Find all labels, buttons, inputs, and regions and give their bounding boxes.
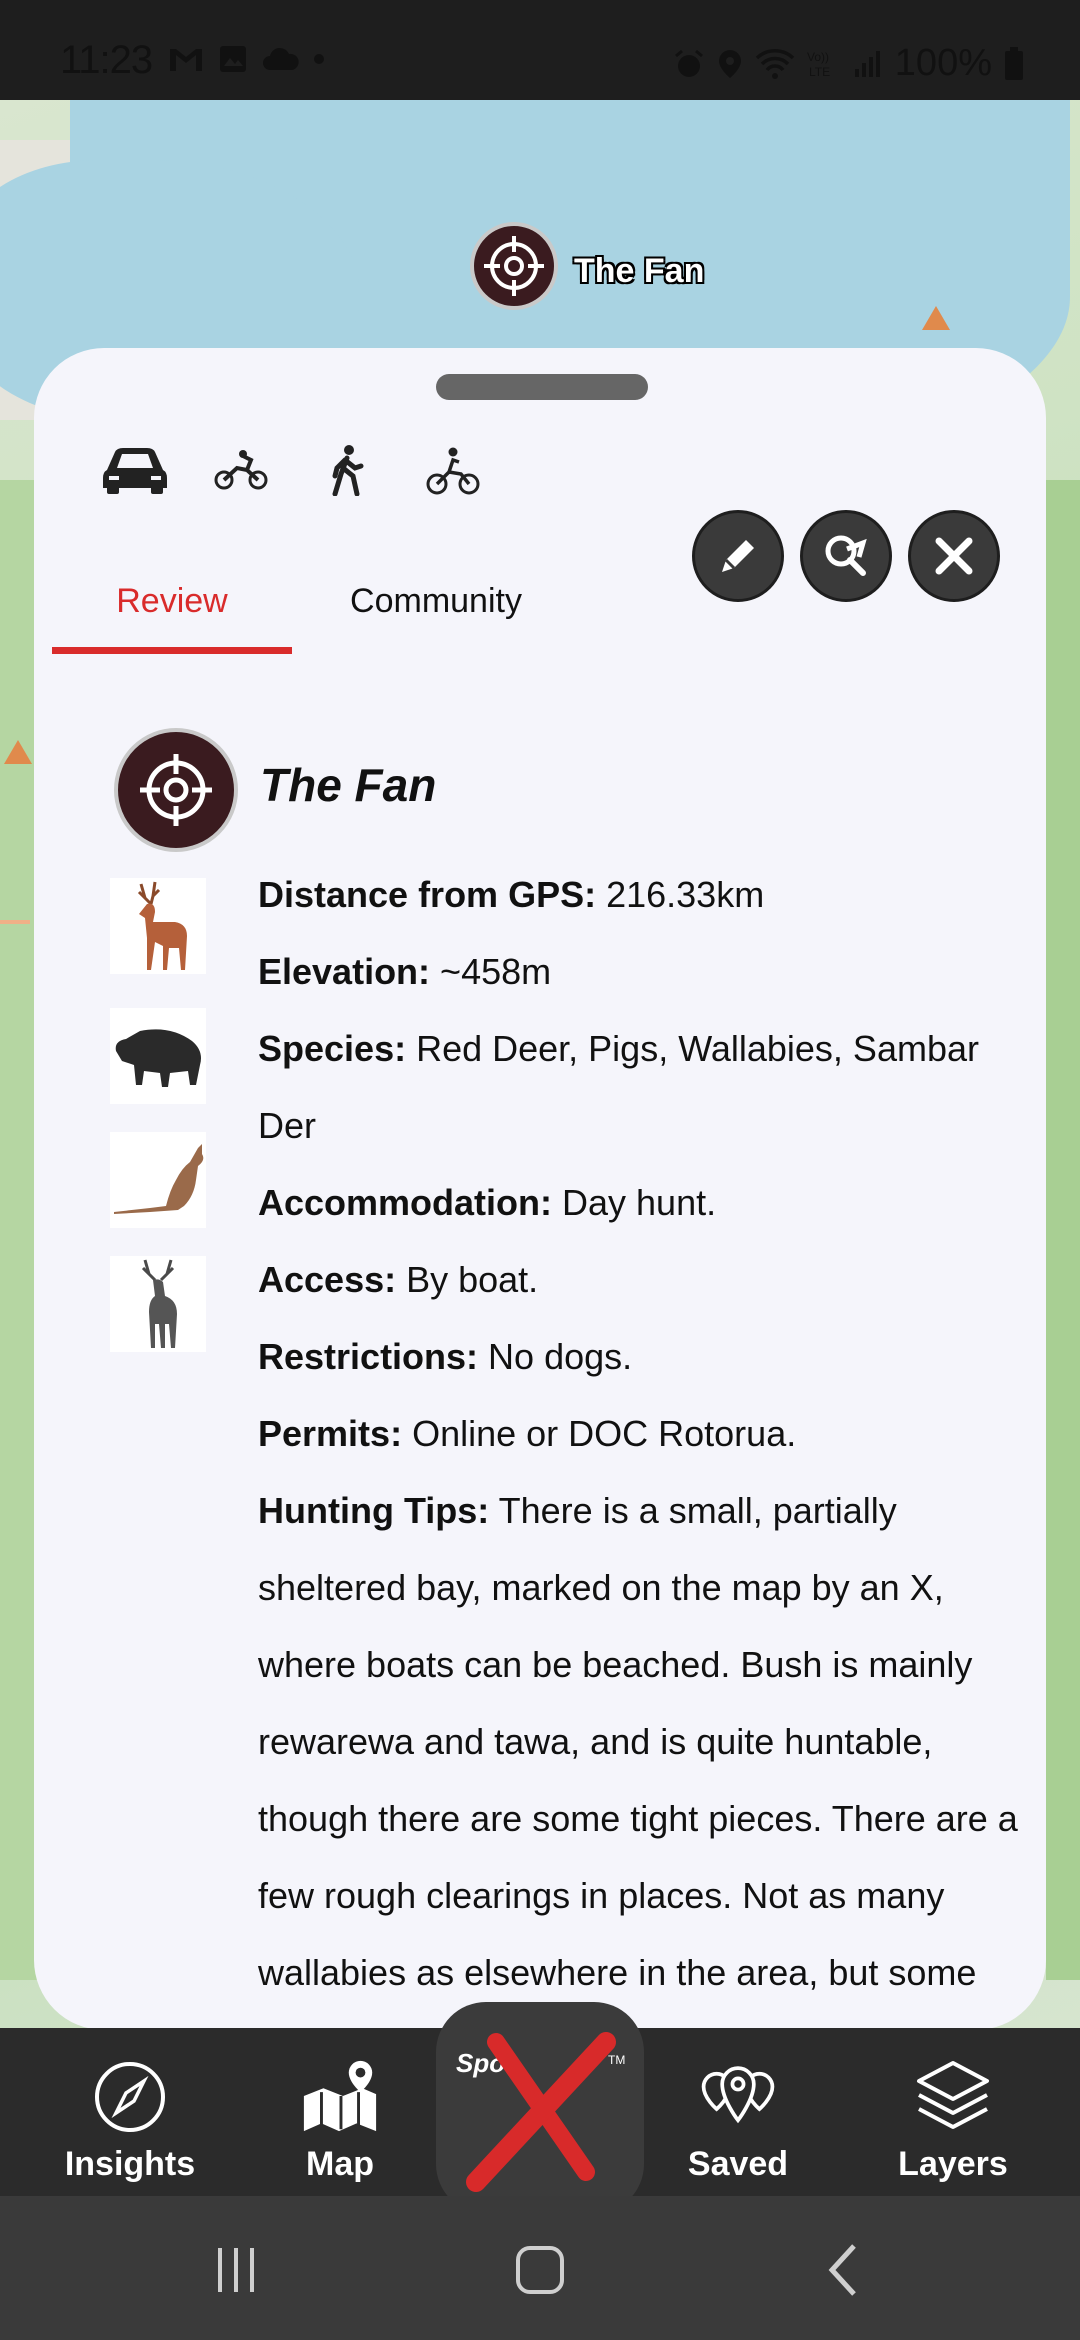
pig-icon xyxy=(115,1029,201,1087)
species-image-stag xyxy=(110,1256,206,1352)
nav-map-label: Map xyxy=(306,2145,374,2183)
bottom-navigation: Insights Map Spot TM Saved Layers xyxy=(0,2002,1080,2214)
car-icon xyxy=(103,448,167,494)
back-icon xyxy=(828,2244,856,2296)
wifi-calling-icon xyxy=(755,48,795,79)
wallaby-icon xyxy=(114,1144,204,1214)
dot-icon xyxy=(314,54,324,64)
map-bush-east xyxy=(1046,480,1080,1980)
travel-mode-motorbike[interactable] xyxy=(206,440,276,500)
map-pin-icon xyxy=(303,2060,377,2132)
fact-permits: Permits: Online or DOC Rotorua. xyxy=(258,1413,797,1454)
image-icon xyxy=(220,46,246,72)
volte-icon: Vo))LTE xyxy=(807,50,830,79)
signal-icon xyxy=(854,50,880,77)
fact-hunting-tips: Hunting Tips: There is a small, partiall… xyxy=(258,1490,1018,2030)
poi-detail-sheet: Review Community The Fan Distance from G… xyxy=(34,348,1046,2030)
system-navigation-bar xyxy=(0,2196,1080,2340)
fact-accommodation: Accommodation: Day hunt. xyxy=(258,1182,717,1223)
svg-text:LTE: LTE xyxy=(809,65,830,79)
map-peak-marker xyxy=(4,740,32,764)
fact-elevation: Elevation: ~458m xyxy=(258,951,552,992)
sheet-drag-handle[interactable] xyxy=(436,374,648,400)
poi-facts: Distance from GPS: 216.33km Elevation: ~… xyxy=(258,856,1018,2030)
nav-saved-label: Saved xyxy=(687,2145,789,2183)
home-button[interactable] xyxy=(510,2240,570,2300)
nav-insights[interactable]: Insights xyxy=(50,2028,210,2196)
tab-community[interactable]: Community xyxy=(292,548,580,654)
close-button[interactable] xyxy=(908,510,1000,602)
target-icon xyxy=(140,754,212,826)
edit-icon xyxy=(722,540,754,572)
svg-text:TM: TM xyxy=(608,2053,625,2067)
travel-mode-bicycle[interactable] xyxy=(418,440,488,500)
status-time: 11:23 xyxy=(60,38,153,82)
nav-insights-label: Insights xyxy=(64,2145,196,2183)
stag-icon xyxy=(141,1259,177,1348)
species-image-pig xyxy=(110,1008,206,1104)
status-left-icons xyxy=(168,44,324,74)
cloud-icon xyxy=(263,47,299,70)
spot-x-logo-icon: Spot TM xyxy=(456,2032,625,2192)
layers-icon xyxy=(917,2061,989,2129)
fact-distance: Distance from GPS: 216.33km xyxy=(258,874,765,915)
tab-review[interactable]: Review xyxy=(52,548,292,654)
location-icon xyxy=(718,49,741,78)
fact-access: Access: By boat. xyxy=(258,1259,539,1300)
home-icon xyxy=(516,2246,564,2294)
saved-pins-icon xyxy=(701,2066,775,2124)
poi-map-label: The Fan xyxy=(574,252,705,290)
poi-map-marker[interactable] xyxy=(470,222,558,310)
status-right-icons: Vo)) LTE 100% xyxy=(673,42,1024,85)
share-search-button[interactable] xyxy=(800,510,892,602)
poi-avatar xyxy=(114,728,238,852)
target-icon xyxy=(484,236,544,296)
bicycle-icon xyxy=(426,447,480,495)
back-button[interactable] xyxy=(814,2240,874,2300)
compass-icon xyxy=(95,2062,165,2132)
motorbike-icon xyxy=(214,450,268,490)
svg-text:Vo)): Vo)) xyxy=(807,50,829,64)
spot-x-home-button[interactable]: Spot TM xyxy=(436,2002,644,2214)
travel-mode-walking[interactable] xyxy=(312,440,382,500)
walking-icon xyxy=(332,445,364,496)
battery-percentage: 100% xyxy=(894,42,992,84)
deer-icon xyxy=(137,881,187,970)
battery-icon xyxy=(1005,46,1023,80)
fact-restrictions: Restrictions: No dogs. xyxy=(258,1336,633,1377)
species-image-deer xyxy=(110,878,206,974)
edit-button[interactable] xyxy=(692,510,784,602)
share-search-icon xyxy=(825,535,867,576)
nav-layers[interactable]: Layers xyxy=(888,2028,1018,2196)
recents-icon xyxy=(218,2248,254,2292)
detail-tabs: Review Community xyxy=(52,548,580,654)
status-bar: 11:23 Vo)) LTE 100% xyxy=(0,0,1080,100)
gmail-icon xyxy=(170,49,202,71)
nav-map[interactable]: Map xyxy=(280,2028,400,2196)
poi-title: The Fan xyxy=(260,759,437,811)
close-icon xyxy=(935,537,973,575)
fact-species: Species: Red Deer, Pigs, Wallabies, Samb… xyxy=(258,1028,979,1146)
alarm-icon xyxy=(674,49,703,77)
travel-mode-car[interactable] xyxy=(100,440,170,500)
nav-layers-label: Layers xyxy=(898,2145,1008,2183)
map-peak-marker xyxy=(922,306,950,330)
map-road xyxy=(0,920,30,924)
species-image-wallaby xyxy=(110,1132,206,1228)
recents-button[interactable] xyxy=(206,2240,266,2300)
nav-saved[interactable]: Saved xyxy=(676,2028,800,2196)
sheet-actions xyxy=(692,510,1000,602)
travel-mode-selector xyxy=(100,440,488,500)
